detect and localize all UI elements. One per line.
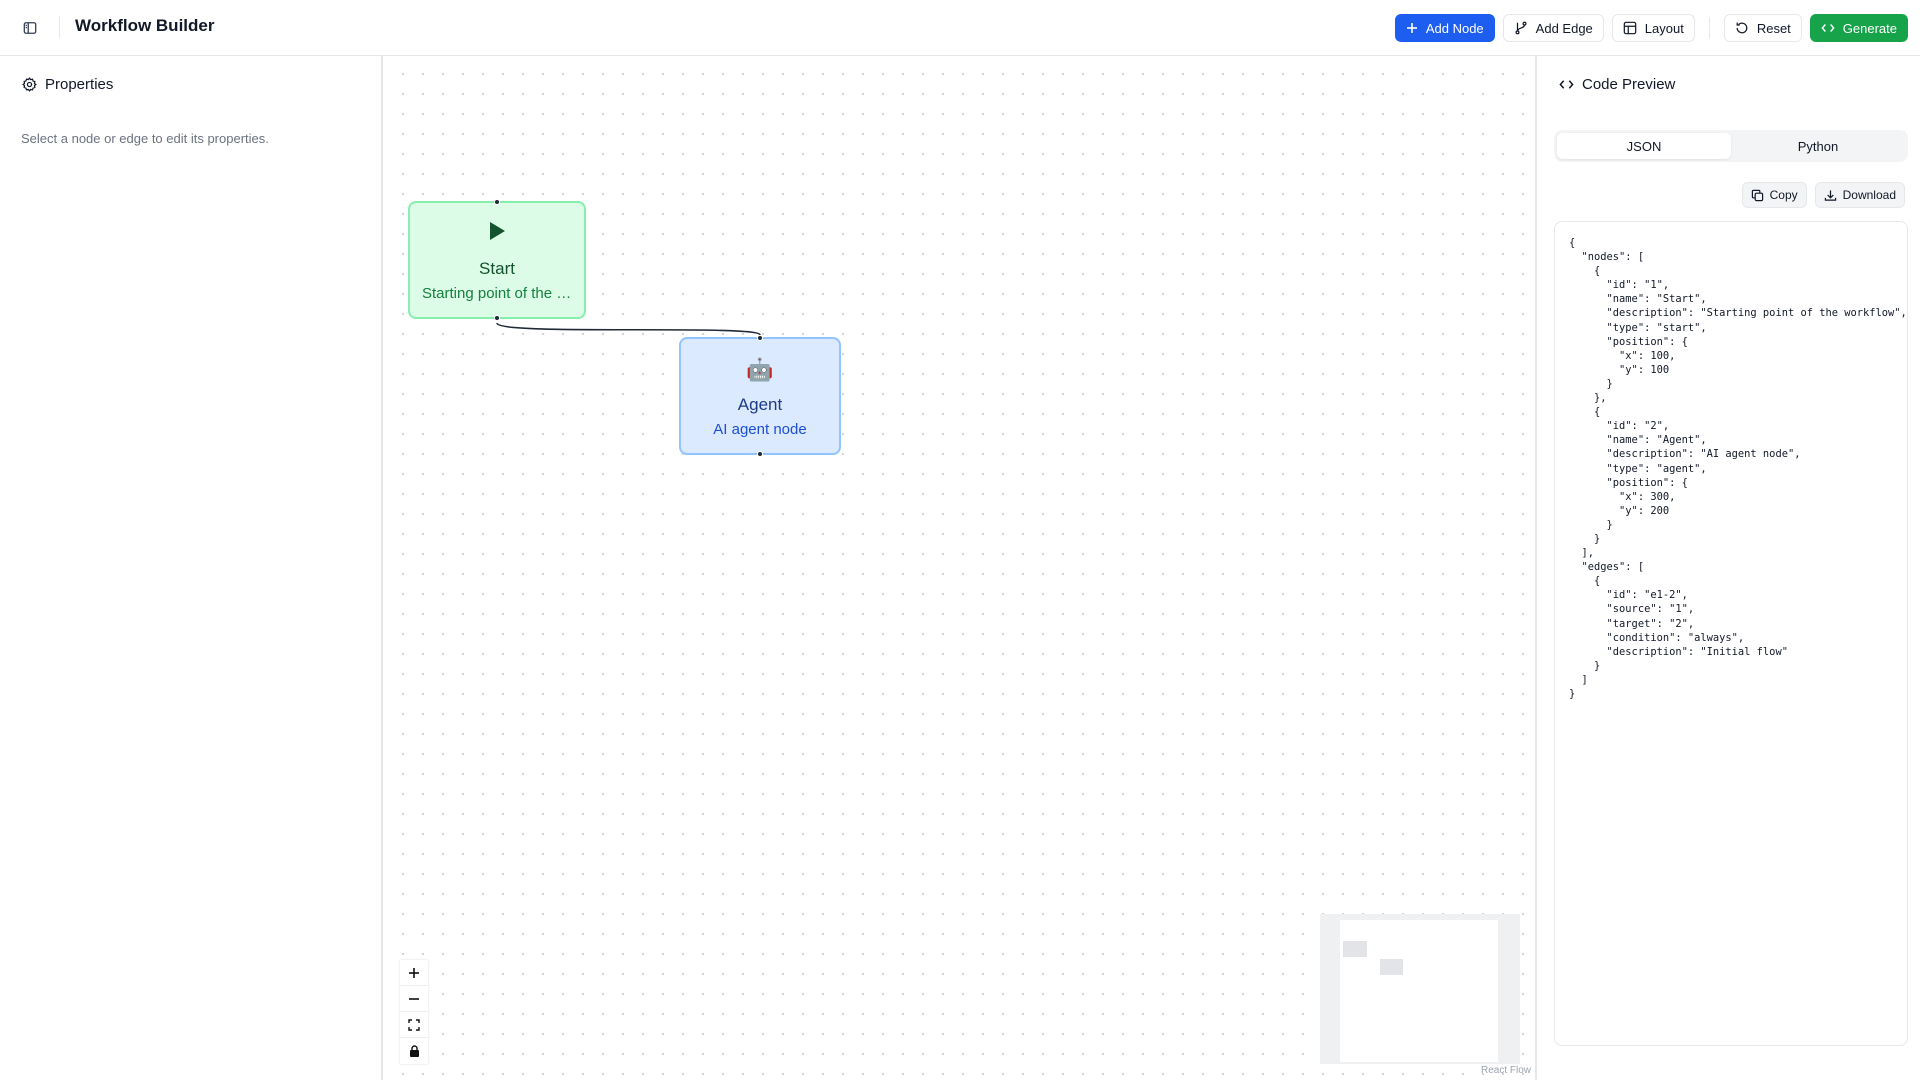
code-tabs: JSON Python	[1554, 130, 1908, 162]
properties-panel: Properties Select a node or edge to edit…	[0, 56, 383, 1080]
app-title: Workflow Builder	[75, 16, 215, 35]
node-agent-description: AI agent node	[713, 421, 807, 438]
copy-label: Copy	[1769, 188, 1798, 202]
copy-button[interactable]: Copy	[1741, 182, 1807, 208]
node-start-source-handle[interactable]	[494, 315, 500, 321]
node-agent-source-handle[interactable]	[757, 451, 763, 457]
plus-icon	[409, 967, 419, 978]
generate-button[interactable]: Generate	[1809, 14, 1908, 42]
node-start[interactable]: Start Starting point of the workflow	[408, 199, 586, 321]
canvas-controls	[400, 960, 428, 1064]
fit-view-icon	[408, 1018, 420, 1031]
code-actions: Copy Download	[1741, 182, 1905, 208]
properties-hint: Select a node or edge to edit its proper…	[21, 131, 269, 146]
lock-icon	[409, 1045, 419, 1057]
code-icon	[1559, 80, 1574, 89]
zoom-out-button[interactable]	[400, 986, 428, 1012]
robot-icon: 🤖	[746, 357, 774, 382]
git-branch-icon	[1515, 21, 1527, 35]
reset-label: Reset	[1756, 20, 1791, 36]
copy-icon	[1751, 189, 1763, 201]
lock-button[interactable]	[400, 1038, 428, 1064]
layout-button[interactable]: Layout	[1611, 14, 1695, 42]
app-header: Workflow Builder Add Node Add Edge Layou…	[0, 0, 1920, 56]
properties-header: Properties	[22, 76, 113, 93]
node-agent[interactable]: 🤖 Agent AI agent node	[679, 335, 841, 457]
add-node-button[interactable]: Add Node	[1394, 14, 1495, 42]
tab-json[interactable]: JSON	[1557, 133, 1731, 159]
layout-icon	[1623, 21, 1637, 35]
toolbar-separator	[1708, 17, 1710, 39]
layout-label: Layout	[1644, 20, 1684, 36]
fit-view-button[interactable]	[400, 1012, 428, 1038]
react-flow-attribution[interactable]: React Flow	[1481, 1065, 1531, 1076]
minus-icon	[409, 997, 419, 1000]
download-button[interactable]: Download	[1814, 182, 1905, 208]
generate-label: Generate	[1842, 20, 1897, 36]
plus-icon	[1406, 23, 1417, 33]
node-agent-name: Agent	[737, 395, 783, 414]
node-start-description: Starting point of the workflow	[422, 285, 572, 302]
reset-button[interactable]: Reset	[1723, 14, 1802, 42]
gear-icon	[22, 77, 37, 92]
workflow-canvas[interactable]: Start Starting point of the workflow 🤖 A…	[385, 56, 1535, 1080]
code-preview-panel: Code Preview JSON Python Copy Download {…	[1535, 56, 1920, 1080]
code-icon	[1821, 24, 1835, 32]
rotate-ccw-icon	[1736, 22, 1748, 34]
node-agent-target-handle[interactable]	[757, 335, 763, 341]
add-edge-label: Add Edge	[1535, 20, 1593, 36]
sidebar-toggle-icon[interactable]	[20, 18, 40, 38]
node-start-name: Start	[479, 259, 515, 278]
download-label: Download	[1842, 188, 1896, 202]
minimap[interactable]	[1320, 914, 1520, 1064]
code-preview-title: Code Preview	[1582, 76, 1676, 93]
properties-title: Properties	[45, 76, 114, 93]
minimap-viewport	[1340, 920, 1498, 1062]
code-block[interactable]: { "nodes": [ { "id": "1", "name": "Start…	[1554, 221, 1908, 1046]
download-icon	[1824, 189, 1836, 201]
add-edge-button[interactable]: Add Edge	[1502, 14, 1604, 42]
code-preview-header: Code Preview	[1559, 76, 1675, 93]
minimap-node-start	[1343, 941, 1367, 957]
code-content: { "nodes": [ { "id": "1", "name": "Start…	[1569, 237, 1907, 700]
header-divider	[59, 16, 60, 38]
play-icon	[410, 221, 584, 241]
minimap-node-agent	[1380, 959, 1403, 975]
node-start-target-handle[interactable]	[494, 199, 500, 205]
add-node-label: Add Node	[1425, 20, 1484, 36]
toolbar: Add Node Add Edge Layout Reset Generate	[1394, 14, 1908, 42]
tab-python[interactable]: Python	[1731, 133, 1905, 159]
edge-e1-2[interactable]	[496, 322, 761, 336]
zoom-in-button[interactable]	[400, 960, 428, 986]
